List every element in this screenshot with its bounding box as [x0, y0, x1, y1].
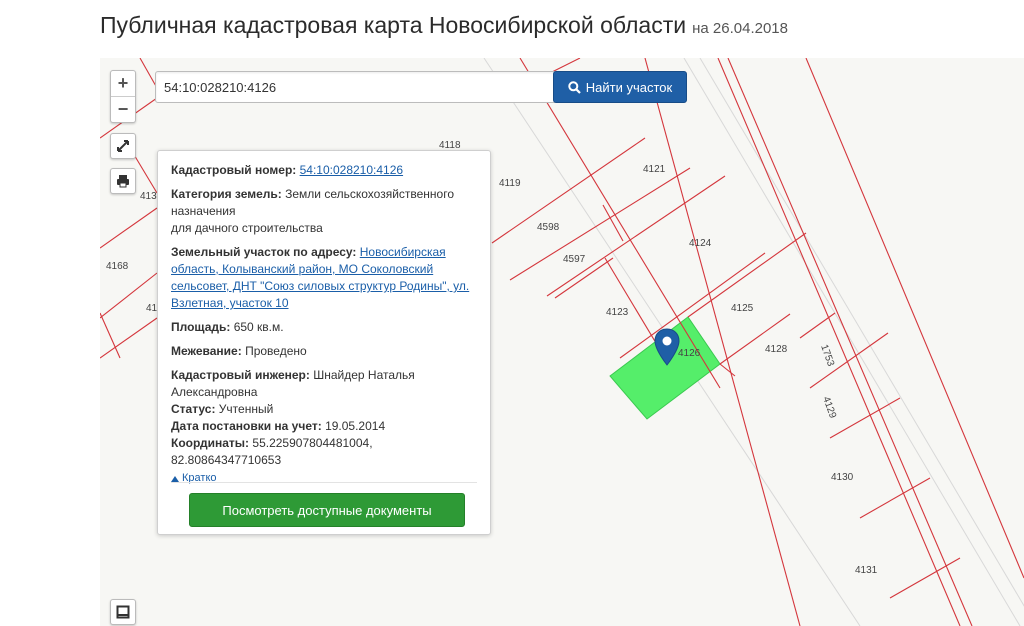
parcel-label: 4119: [499, 178, 521, 189]
coords-row: Координаты: 55.225907804481004, 82.80864…: [171, 435, 477, 469]
status-value: Учтенный: [218, 402, 274, 416]
fullscreen-button[interactable]: [110, 133, 136, 159]
page-title: Публичная кадастровая карта Новосибирско…: [100, 12, 788, 39]
area-label: Площадь:: [171, 320, 231, 334]
print-button[interactable]: [110, 168, 136, 194]
parcel-label: 4128: [765, 344, 788, 355]
page-date: на 26.04.2018: [692, 20, 788, 37]
survey-label: Межевание:: [171, 344, 242, 358]
parcel-label: 4123: [606, 307, 629, 318]
search-icon: [568, 80, 581, 94]
coords-label: Координаты:: [171, 436, 250, 450]
category-row: Категория земель: Земли сельскохозяйстве…: [171, 186, 477, 237]
area-value: 650 кв.м.: [233, 320, 284, 334]
collapse-toggle[interactable]: Кратко: [171, 470, 217, 487]
area-row: Площадь: 650 кв.м.: [171, 319, 477, 336]
expand-icon: [117, 140, 129, 152]
parcel-label: 41: [146, 303, 158, 314]
parcel-label: 4121: [643, 164, 666, 175]
zoom-in-button[interactable]: +: [111, 71, 135, 96]
parcel-label: 4126: [678, 348, 701, 359]
category-use: для дачного строительства: [171, 221, 323, 235]
engineer-row: Кадастровый инженер: Шнайдер Наталья Але…: [171, 367, 477, 401]
legend-button[interactable]: [110, 599, 136, 625]
parcel-label: 4125: [731, 303, 754, 314]
view-documents-button[interactable]: Посмотреть доступные документы: [189, 493, 465, 527]
registration-row: Дата постановки на учет: 19.05.2014: [171, 418, 477, 435]
parcel-label: 4168: [106, 261, 129, 272]
triangle-up-icon: [171, 475, 179, 482]
zoom-control: + −: [110, 70, 136, 123]
parcel-label: 4131: [855, 565, 878, 576]
survey-row: Межевание: Проведено: [171, 343, 477, 360]
registration-label: Дата постановки на учет:: [171, 419, 322, 433]
registration-value: 19.05.2014: [325, 419, 386, 433]
address-row: Земельный участок по адресу: Новосибирск…: [171, 244, 477, 312]
page-title-text: Публичная кадастровая карта Новосибирско…: [100, 12, 687, 38]
find-parcel-label: Найти участок: [585, 79, 673, 95]
collapse-toggle-label: Кратко: [182, 472, 217, 484]
parcel-label: 4130: [831, 472, 854, 483]
parcel-label: 4598: [537, 222, 560, 233]
address-label: Земельный участок по адресу:: [171, 245, 357, 259]
category-label: Категория земель:: [171, 187, 282, 201]
zoom-out-button[interactable]: −: [111, 96, 135, 122]
cadastral-map[interactable]: 4118 4119 4121 4598 4597 4124 4123 4125 …: [100, 58, 1024, 626]
location-marker-icon[interactable]: [654, 328, 680, 366]
search-input[interactable]: [155, 71, 557, 103]
status-row: Статус: Учтенный: [171, 401, 477, 418]
parcel-label: 4597: [563, 254, 586, 265]
cadastral-number-row: Кадастровый номер: 54:10:028210:4126: [171, 162, 477, 179]
survey-value: Проведено: [245, 344, 307, 358]
cadastral-number-label: Кадастровый номер:: [171, 163, 297, 177]
popup-divider: [171, 482, 477, 483]
parcel-label: 4124: [689, 238, 712, 249]
engineer-label: Кадастровый инженер:: [171, 368, 310, 382]
print-icon: [117, 175, 129, 188]
cadastral-number-link[interactable]: 54:10:028210:4126: [300, 163, 403, 177]
find-parcel-button[interactable]: Найти участок: [553, 71, 687, 103]
status-label: Статус:: [171, 402, 216, 416]
legend-icon: [116, 605, 130, 619]
parcel-info-popup: Кадастровый номер: 54:10:028210:4126 Кат…: [157, 150, 491, 535]
